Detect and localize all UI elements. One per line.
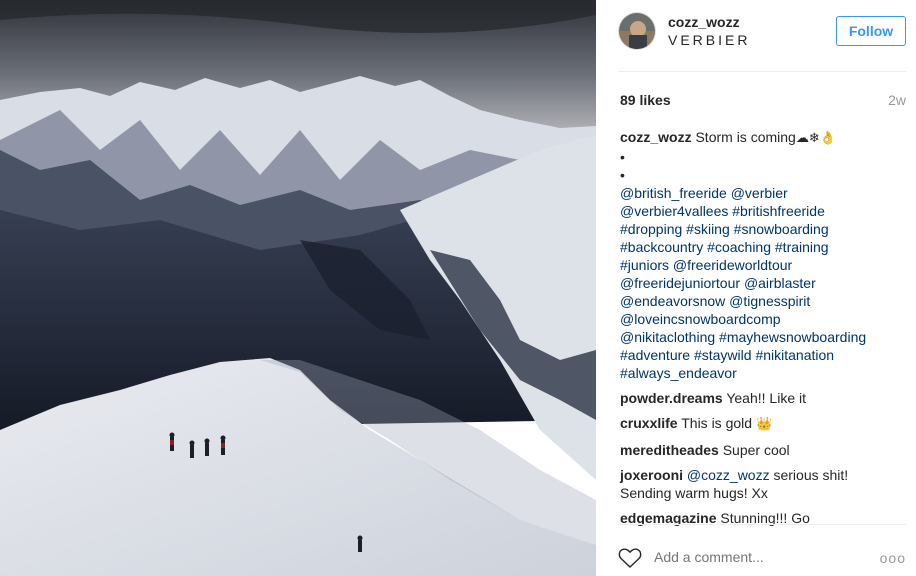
hashtag-link[interactable]: @british_freeride (620, 185, 727, 201)
hashtag-link[interactable]: #nikitanation (755, 347, 834, 363)
caption-emojis: ☁❄👌 (795, 131, 836, 146)
comment-username[interactable]: joxerooni (620, 467, 683, 483)
mountain-photo (0, 0, 596, 576)
comment-item: cruxxlife This is gold 👑 (620, 414, 900, 434)
hashtag-link[interactable]: #snowboarding (734, 221, 829, 237)
post-age[interactable]: 2w (888, 92, 906, 108)
comment-text-line2: Sending warm hugs! Xx (620, 485, 768, 501)
hashtag-link[interactable]: @verbier (731, 185, 788, 201)
hashtag-link[interactable]: @freerideworldtour (673, 257, 792, 273)
caption-username[interactable]: cozz_wozz (620, 129, 692, 145)
caption-text: Storm is coming (695, 129, 796, 145)
hashtag-link[interactable]: @tignesspirit (729, 293, 810, 309)
comment-username[interactable]: powder.dreams (620, 390, 723, 406)
hashtag-link[interactable]: #coaching (707, 239, 771, 255)
post-photo[interactable] (0, 0, 596, 576)
comment-text: serious shit! (773, 467, 849, 483)
caption-dot: • (620, 167, 625, 183)
hashtag-link[interactable]: @freeridejuniortour (620, 275, 740, 291)
hashtag-link[interactable]: @endeavorsnow (620, 293, 725, 309)
comment-item: mereditheades Super cool (620, 441, 900, 459)
hashtag-link[interactable]: #backcountry (620, 239, 703, 255)
header-username[interactable]: cozz_wozz (668, 14, 740, 30)
comment-item: joxerooni @cozz_wozz serious shit! Sendi… (620, 466, 900, 502)
heart-icon[interactable] (618, 547, 642, 569)
hashtag-link[interactable]: @loveincsnowboardcomp (620, 311, 781, 327)
comments-list: cozz_wozz Storm is coming☁❄👌 • • @britis… (620, 128, 900, 527)
hashtag-link[interactable]: #adventure (620, 347, 690, 363)
crown-icon: 👑 (755, 417, 773, 432)
more-options-icon[interactable]: ooo (880, 550, 906, 566)
header-divider (618, 71, 906, 72)
caption-dot: • (620, 149, 625, 165)
hashtag-link[interactable]: #britishfreeride (732, 203, 825, 219)
comment-text: This is gold (681, 415, 753, 431)
add-comment-input[interactable] (654, 549, 854, 565)
avatar[interactable] (618, 12, 656, 50)
header-location[interactable]: VERBIER (668, 32, 750, 48)
post-header: cozz_wozz VERBIER Follow (618, 10, 906, 62)
instagram-post: cozz_wozz VERBIER Follow 89 likes 2w coz… (0, 0, 916, 576)
hashtag-link[interactable]: @nikitaclothing (620, 329, 715, 345)
comment-text: Super cool (722, 442, 790, 458)
hashtag-link[interactable]: #dropping (620, 221, 682, 237)
follow-button[interactable]: Follow (836, 16, 906, 46)
caption: cozz_wozz Storm is coming☁❄👌 • • @britis… (620, 128, 900, 382)
avatar-image (619, 13, 655, 49)
comment-username[interactable]: cruxxlife (620, 415, 678, 431)
hashtag-link[interactable]: #mayhewsnowboarding (719, 329, 866, 345)
comment-text: Yeah!! Like it (726, 390, 806, 406)
hashtag-link[interactable]: #training (775, 239, 829, 255)
likes-count[interactable]: 89 likes (620, 92, 671, 108)
hashtag-link[interactable]: #juniors (620, 257, 669, 273)
comment-box-divider (618, 524, 906, 525)
hashtag-link[interactable]: @verbier4vallees (620, 203, 728, 219)
hashtag-link[interactable]: #staywild (694, 347, 752, 363)
comment-mention[interactable]: @cozz_wozz (687, 467, 770, 483)
hashtag-link[interactable]: #always_endeavor (620, 365, 737, 381)
hashtag-link[interactable]: #skiing (686, 221, 730, 237)
comment-item: powder.dreams Yeah!! Like it (620, 389, 900, 407)
hashtag-link[interactable]: @airblaster (744, 275, 816, 291)
comment-username[interactable]: mereditheades (620, 442, 719, 458)
post-sidebar: cozz_wozz VERBIER Follow 89 likes 2w coz… (596, 0, 916, 576)
